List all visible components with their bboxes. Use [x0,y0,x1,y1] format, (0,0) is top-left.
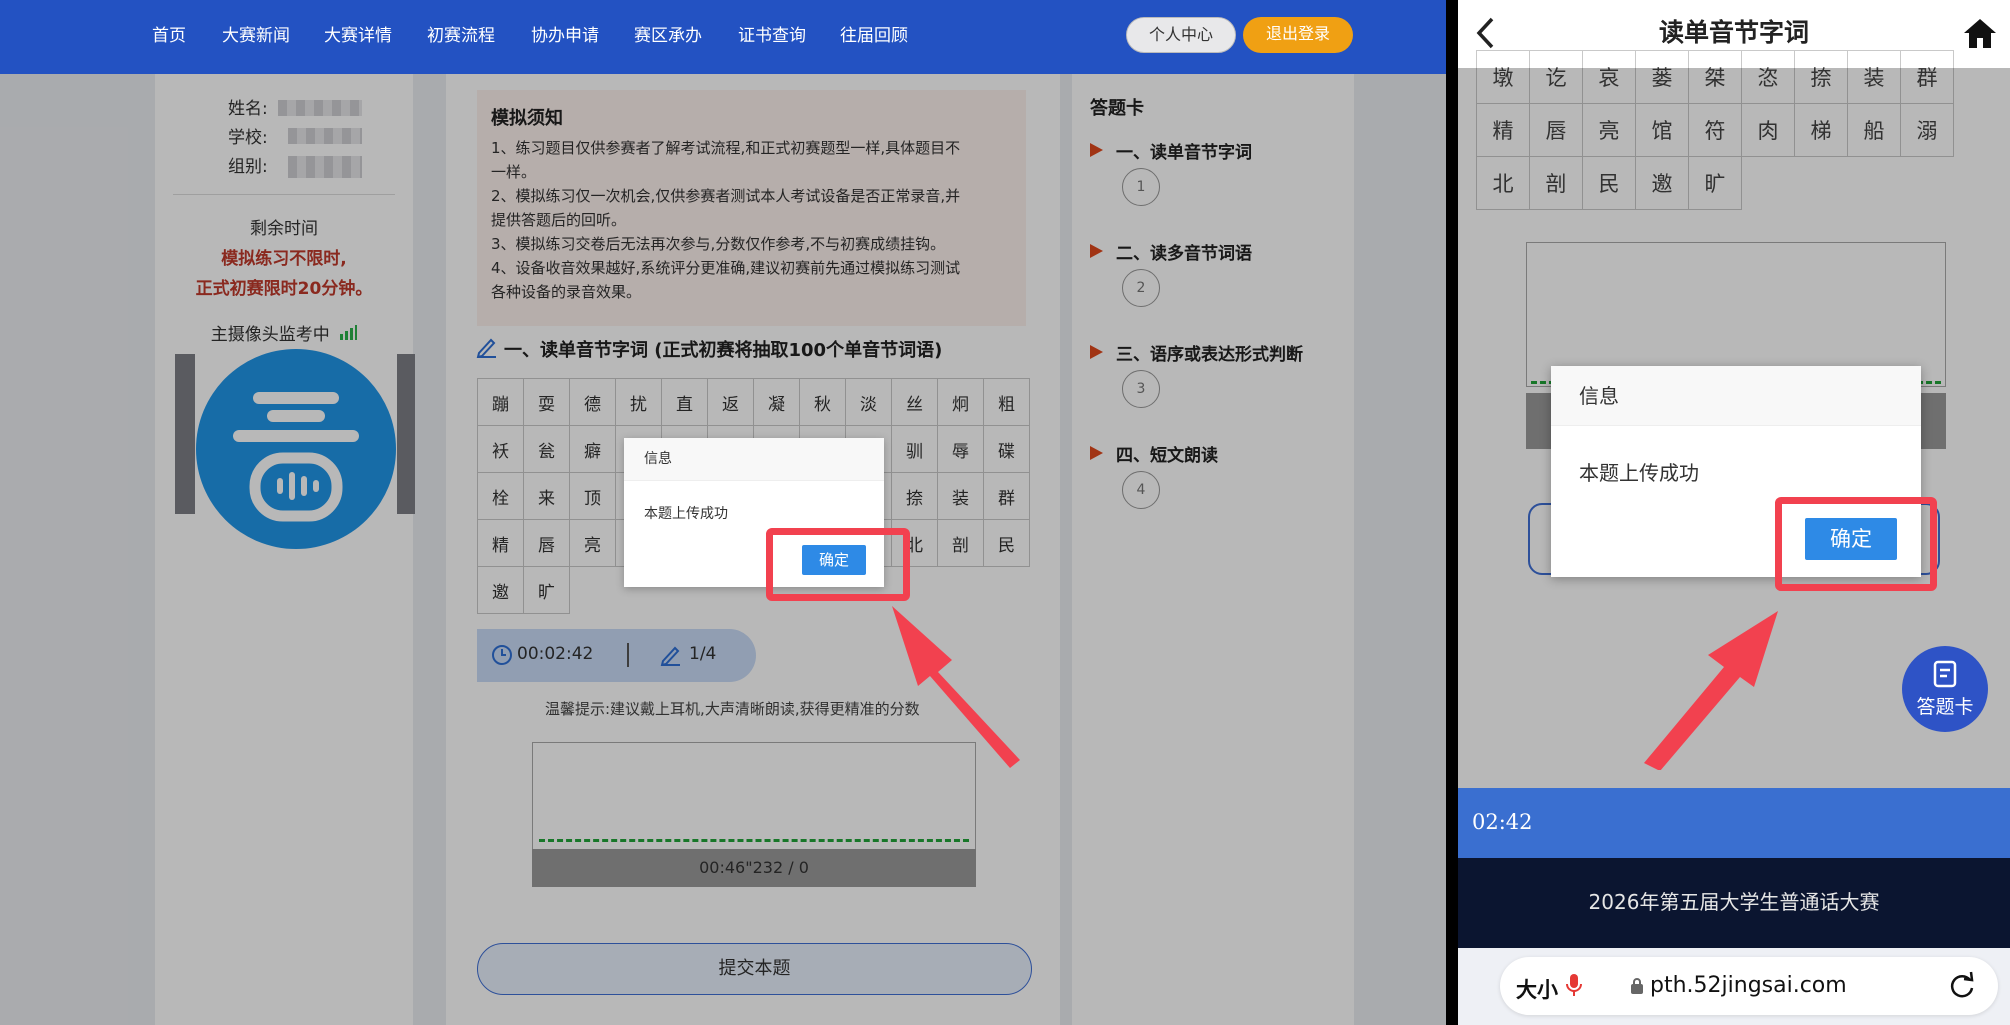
phone-screen: 读单音节字词 墩讫哀蒌桀恣捺装群 精唇亮馆符肉梯船溺 北剖民邀旷 信息 本题上传… [1458,0,2010,1025]
nav-preliminary-process[interactable]: 初赛流程 [427,0,495,74]
phone-timer-bar: 02:42 [1458,788,2010,858]
dialog-message: 本题上传成功 [644,506,728,522]
profile-button[interactable]: 个人中心 [1126,17,1236,53]
phone-screenshot: 读单音节字词 墩讫哀蒌桀恣捺装群 精唇亮馆符肉梯船溺 北剖民邀旷 信息 本题上传… [1446,0,2010,1025]
answer-card-fab[interactable]: 答题卡 [1902,646,1988,732]
reload-icon[interactable] [1948,971,1976,1005]
browser-url-bar[interactable]: 大小 pth.52jingsai.com [1500,957,1998,1015]
nav-details[interactable]: 大赛详情 [324,0,392,74]
nav-district-host[interactable]: 赛区承办 [634,0,702,74]
annotation-arrow-icon [1644,611,1778,770]
logout-button[interactable]: 退出登录 [1243,17,1353,53]
top-navigation-bar: 首页 大赛新闻 大赛详情 初赛流程 协办申请 赛区承办 证书查询 往届回顾 个人… [0,0,1446,74]
nav-certificate[interactable]: 证书查询 [738,0,806,74]
dialog-title: 信息 [1551,366,1921,426]
nav-home[interactable]: 首页 [152,0,186,74]
dialog-title: 信息 [624,438,884,481]
nav-review[interactable]: 往届回顾 [840,0,908,74]
text-size-toggle[interactable]: 大小 [1516,974,1558,1004]
lock-icon [1630,977,1644,999]
annotation-highlight-box [1775,497,1937,591]
nav-co-organize[interactable]: 协办申请 [531,0,599,74]
home-icon[interactable] [1962,16,1998,54]
microphone-icon[interactable] [1566,973,1582,1001]
browser-url[interactable]: pth.52jingsai.com [1650,973,1847,998]
answer-card-fab-label: 答题卡 [1916,696,1974,718]
document-icon [1933,660,1957,692]
nav-news[interactable]: 大赛新闻 [222,0,290,74]
desktop-screenshot: 首页 大赛新闻 大赛详情 初赛流程 协办申请 赛区承办 证书查询 往届回顾 个人… [0,0,1446,1025]
dialog-message: 本题上传成功 [1579,461,1699,485]
browser-address-area: 大小 pth.52jingsai.com [1458,948,2010,1025]
annotation-highlight-box [766,528,910,601]
annotation-arrow-icon [892,606,1020,768]
phone-footer: 2026年第五届大学生普通话大赛 [1458,858,2010,948]
phone-timer: 02:42 [1472,810,1533,834]
